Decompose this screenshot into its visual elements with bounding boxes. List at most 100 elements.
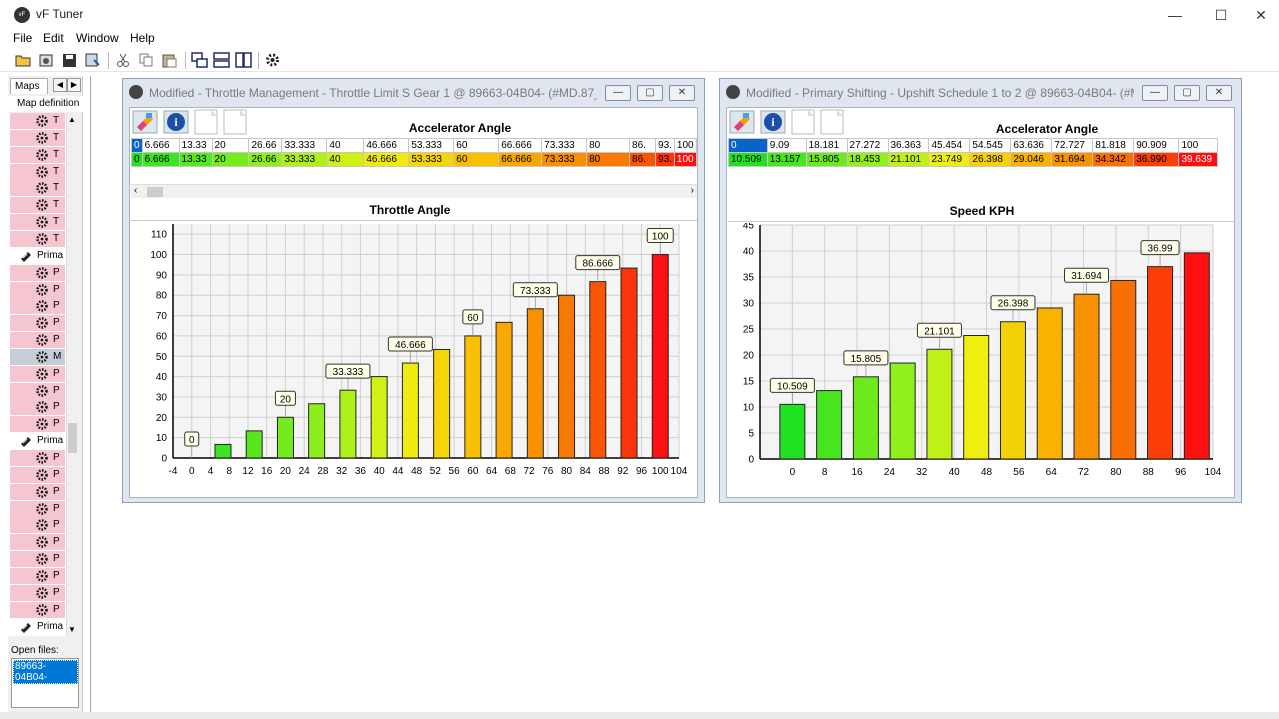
scrollbar-thumb[interactable]: [68, 423, 77, 453]
axis-cell[interactable]: 60: [453, 138, 500, 153]
value-cell[interactable]: 20: [211, 152, 250, 167]
value-cell[interactable]: 21.101: [887, 152, 930, 167]
value-cell[interactable]: 26.398: [969, 152, 1012, 167]
tile-vertical-icon[interactable]: [235, 52, 252, 68]
axis-cell[interactable]: 100: [1178, 138, 1218, 153]
value-cell[interactable]: 26.66: [248, 152, 283, 167]
axis-cell[interactable]: 72.727: [1051, 138, 1094, 153]
axis-cell[interactable]: 46.666: [363, 138, 410, 153]
tree-item[interactable]: P: [10, 315, 65, 332]
scroll-down-icon[interactable]: ▼: [68, 625, 76, 634]
table-horizontal-scrollbar[interactable]: ‹ ›: [131, 184, 697, 198]
tree-item[interactable]: Prima: [10, 433, 65, 450]
tree-item[interactable]: T: [10, 180, 65, 197]
scroll-up-icon[interactable]: ▲: [68, 115, 76, 124]
scrollbar-thumb[interactable]: [147, 187, 163, 197]
tree-item[interactable]: T: [10, 129, 65, 146]
value-cell[interactable]: 0: [131, 152, 143, 167]
value-cell[interactable]: 39.639: [1178, 152, 1218, 167]
axis-cell[interactable]: 6.666: [141, 138, 180, 153]
tree-item[interactable]: P: [10, 450, 65, 466]
minimize-icon[interactable]: —: [1152, 0, 1198, 30]
tree-item[interactable]: Prima: [10, 618, 65, 635]
axis-cell[interactable]: 86.: [629, 138, 657, 153]
close-icon[interactable]: ✕: [1238, 0, 1279, 30]
axis-cell[interactable]: 93.: [655, 138, 675, 153]
info-icon[interactable]: i: [759, 109, 787, 135]
tree-item[interactable]: P: [10, 332, 65, 349]
page-icon[interactable]: [193, 109, 219, 135]
tree-item[interactable]: P: [10, 264, 65, 281]
value-cell[interactable]: 33.333: [281, 152, 328, 167]
map-window-upshift[interactable]: Modified - Primary Shifting - Upshift Sc…: [719, 78, 1242, 503]
map-window-throttle[interactable]: Modified - Throttle Management - Throttl…: [122, 78, 705, 503]
tab-scroll-left-icon[interactable]: ◀: [53, 78, 67, 92]
value-cell[interactable]: 10.509: [728, 152, 768, 167]
axis-cell[interactable]: 66.666: [498, 138, 543, 153]
tree-item[interactable]: P: [10, 500, 65, 517]
tree-scrollbar[interactable]: ▲ ▼: [66, 113, 78, 636]
tree-item[interactable]: P: [10, 365, 65, 382]
window-restore-button[interactable]: ▢: [637, 85, 663, 101]
value-cell[interactable]: 31.694: [1051, 152, 1094, 167]
tree-item[interactable]: P: [10, 517, 65, 534]
axis-cell[interactable]: 63.636: [1010, 138, 1053, 153]
tree-item[interactable]: P: [10, 601, 65, 618]
tree-item[interactable]: Prima: [10, 247, 65, 264]
tree-item[interactable]: P: [10, 567, 65, 584]
axis-cell[interactable]: 0: [131, 138, 143, 153]
axis-cell[interactable]: 20: [211, 138, 250, 153]
value-cell[interactable]: 66.666: [498, 152, 543, 167]
axis-cell[interactable]: 45.454: [928, 138, 971, 153]
value-cell[interactable]: 18.453: [846, 152, 889, 167]
menu-window[interactable]: Window: [76, 31, 119, 45]
save-icon[interactable]: [61, 52, 78, 68]
value-cell[interactable]: 36.990: [1133, 152, 1180, 167]
value-cell[interactable]: 100: [673, 152, 698, 167]
axis-cell[interactable]: 18.181: [805, 138, 848, 153]
open-settings-icon[interactable]: [38, 52, 55, 68]
axis-cell[interactable]: 80: [586, 138, 631, 153]
tree-item[interactable]: P: [10, 281, 65, 298]
paste-icon[interactable]: [161, 52, 178, 68]
window-close-button[interactable]: ✕: [669, 85, 695, 101]
axis-cell[interactable]: 33.333: [281, 138, 328, 153]
menu-help[interactable]: Help: [130, 31, 155, 45]
save-as-icon[interactable]: [84, 52, 101, 68]
tree-item[interactable]: T: [10, 214, 65, 231]
color-palette-icon[interactable]: [728, 109, 756, 135]
open-folder-icon[interactable]: [15, 52, 32, 68]
value-cell[interactable]: 80: [586, 152, 631, 167]
value-cell[interactable]: 60: [453, 152, 500, 167]
value-cell[interactable]: 29.046: [1010, 152, 1053, 167]
axis-cell[interactable]: 90.909: [1133, 138, 1180, 153]
axis-cell[interactable]: 54.545: [969, 138, 1012, 153]
tree-item[interactable]: P: [10, 416, 65, 433]
tree-item[interactable]: P: [10, 466, 65, 483]
axis-cell[interactable]: 0: [728, 138, 768, 153]
tree-item[interactable]: P: [10, 551, 65, 568]
value-cell[interactable]: 53.333: [408, 152, 455, 167]
axis-cell[interactable]: 40: [326, 138, 365, 153]
tree-item[interactable]: T: [10, 163, 65, 180]
value-cell[interactable]: 13.33: [178, 152, 213, 167]
axis-cell[interactable]: 81.818: [1092, 138, 1135, 153]
menu-edit[interactable]: Edit: [43, 31, 64, 45]
window-minimize-button[interactable]: —: [605, 85, 631, 101]
axis-cell[interactable]: 9.09: [766, 138, 807, 153]
menu-file[interactable]: File: [13, 31, 32, 45]
window-minimize-button[interactable]: —: [1142, 85, 1168, 101]
copy-icon[interactable]: [138, 52, 155, 68]
value-cell[interactable]: 13.157: [766, 152, 807, 167]
tree-item[interactable]: P: [10, 382, 65, 399]
tile-horizontal-icon[interactable]: [213, 52, 230, 68]
tree-item[interactable]: T: [10, 113, 65, 129]
value-cell[interactable]: 86.: [629, 152, 657, 167]
page-icon[interactable]: [222, 109, 248, 135]
value-cell[interactable]: 40: [326, 152, 365, 167]
cascade-icon[interactable]: [191, 52, 208, 68]
axis-cell[interactable]: 53.333: [408, 138, 455, 153]
value-cell[interactable]: 34.342: [1092, 152, 1135, 167]
page-icon[interactable]: [819, 109, 845, 135]
value-cell[interactable]: 15.805: [805, 152, 848, 167]
